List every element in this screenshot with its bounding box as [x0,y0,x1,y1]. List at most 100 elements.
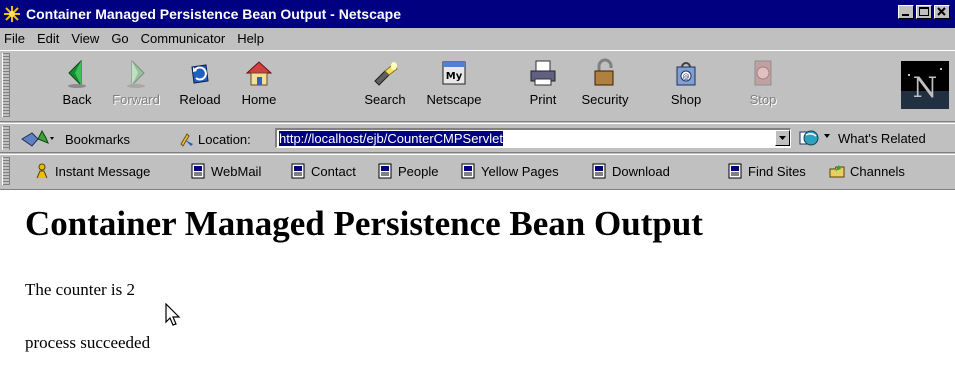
reload-label: Reload [179,92,221,107]
contact-bookmark[interactable]: Contact [290,163,356,179]
home-icon [245,61,273,86]
page-content[interactable]: Container Managed Persistence Bean Outpu… [0,189,955,370]
bookmarks-label: Bookmarks [65,131,131,147]
url-input[interactable]: http://localhost/ejb/CounterCMPServlet [275,128,791,148]
toolbar-grip[interactable] [2,53,10,117]
location-toolbar: Bookmarks Location: http://localhost/ejb… [0,123,955,153]
url-text: http://localhost/ejb/CounterCMPServlet [279,131,503,146]
find-sites-label: Find Sites [748,163,806,179]
menu-edit[interactable]: Edit [31,31,65,46]
shopping-bag-icon: @ [676,62,696,86]
bookmarks-icon [21,129,54,147]
bookmark-page-icon [191,163,205,179]
instant-message-button[interactable]: Instant Message [34,163,150,179]
home-button[interactable]: Home [229,57,289,117]
minimize-icon [902,14,909,16]
shop-label: Shop [670,92,702,107]
personal-grip[interactable] [2,157,10,185]
back-label: Back [62,92,92,107]
forward-arrow-icon [127,59,145,88]
netscape-button[interactable]: My Netscape [424,57,484,117]
menu-communicator[interactable]: Communicator [135,31,232,46]
counter-text: The counter is 2 [25,280,135,299]
my-badge: My [446,71,463,82]
menu-bar: File Edit View Go Communicator Help [0,28,955,48]
menu-view[interactable]: View [65,31,105,46]
stop-button[interactable]: Stop [733,57,793,117]
window-title: Container Managed Persistence Bean Outpu… [26,6,401,22]
download-bookmark[interactable]: Download [591,163,670,179]
netscape-label: Netscape [426,92,482,107]
bookmark-page-icon [728,163,742,179]
print-label: Print [529,92,557,107]
find-sites-bookmark[interactable]: Find Sites [727,163,806,179]
netscape-app-icon[interactable] [3,5,21,23]
search-button[interactable]: Search [355,57,415,117]
channels-label: Channels [850,163,905,179]
navigation-toolbar: Back Forward Reload Home Search My Netsc… [0,50,955,122]
yellow-pages-label: Yellow Pages [481,163,559,179]
people-bookmark[interactable]: People [377,163,438,179]
browser-window: Container Managed Persistence Bean Outpu… [0,0,955,370]
close-icon [937,7,946,16]
my-netscape-icon: My [442,61,466,85]
menu-go[interactable]: Go [105,31,134,46]
dropdown-arrow-icon [779,136,786,140]
download-label: Download [612,163,670,179]
page-heading: Container Managed Persistence Bean Outpu… [25,204,703,243]
location-label-group: Location: [177,130,251,148]
instant-message-label: Instant Message [55,163,151,179]
mouse-pointer-icon [165,303,181,326]
contact-label: Contact [311,163,356,179]
title-bar[interactable]: Container Managed Persistence Bean Outpu… [0,0,955,28]
minimize-button[interactable] [898,5,914,19]
search-label: Search [364,92,406,107]
back-button[interactable]: Back [47,57,107,117]
padlock-icon [594,58,614,86]
maximize-button[interactable] [916,5,932,19]
svg-text:@: @ [683,73,690,81]
security-label: Security [581,92,629,107]
bookmarks-button[interactable]: Bookmarks [20,129,130,149]
reload-button[interactable]: Reload [170,57,230,117]
stop-label: Stop [749,92,777,107]
people-label: People [398,163,439,179]
stop-icon [754,60,772,86]
page-proxy-icon[interactable] [177,130,195,148]
location-grip[interactable] [2,126,10,150]
whats-related-label: What's Related [838,130,926,146]
instant-message-person-icon [36,163,48,179]
search-flashlight-icon [374,62,398,86]
channels-folder[interactable]: Channels [829,163,905,179]
print-button[interactable]: Print [513,57,573,117]
webmail-label: WebMail [211,163,262,179]
channels-folder-icon [829,165,845,178]
window-controls [896,5,950,19]
reload-icon [191,64,209,84]
logo-letter: N [913,71,938,104]
yellow-pages-bookmark[interactable]: Yellow Pages [460,163,559,179]
status-text: process succeeded [25,333,151,352]
webmail-bookmark[interactable]: WebMail [190,163,261,179]
bookmark-page-icon [592,163,606,179]
home-label: Home [241,92,277,107]
url-dropdown-button[interactable] [775,130,790,146]
bookmark-page-icon [461,163,475,179]
netscape-logo[interactable]: N [901,61,949,109]
netscape-n-logo-icon: N [901,61,949,109]
menu-file[interactable]: File [0,31,31,46]
menu-help[interactable]: Help [231,31,270,46]
forward-label: Forward [112,92,160,107]
whats-related-icon [799,130,830,146]
back-arrow-icon [68,59,86,88]
forward-button[interactable]: Forward [106,57,166,117]
close-button[interactable] [934,5,950,19]
bookmark-page-icon [291,163,305,179]
shop-button[interactable]: @ Shop [656,57,716,117]
bookmark-page-icon [378,163,392,179]
location-label: Location: [198,131,251,147]
security-button[interactable]: Security [575,57,635,117]
personal-toolbar: Instant Message WebMail Contact People Y… [0,154,955,188]
maximize-icon [919,7,929,16]
whats-related-button[interactable]: What's Related [798,128,926,148]
